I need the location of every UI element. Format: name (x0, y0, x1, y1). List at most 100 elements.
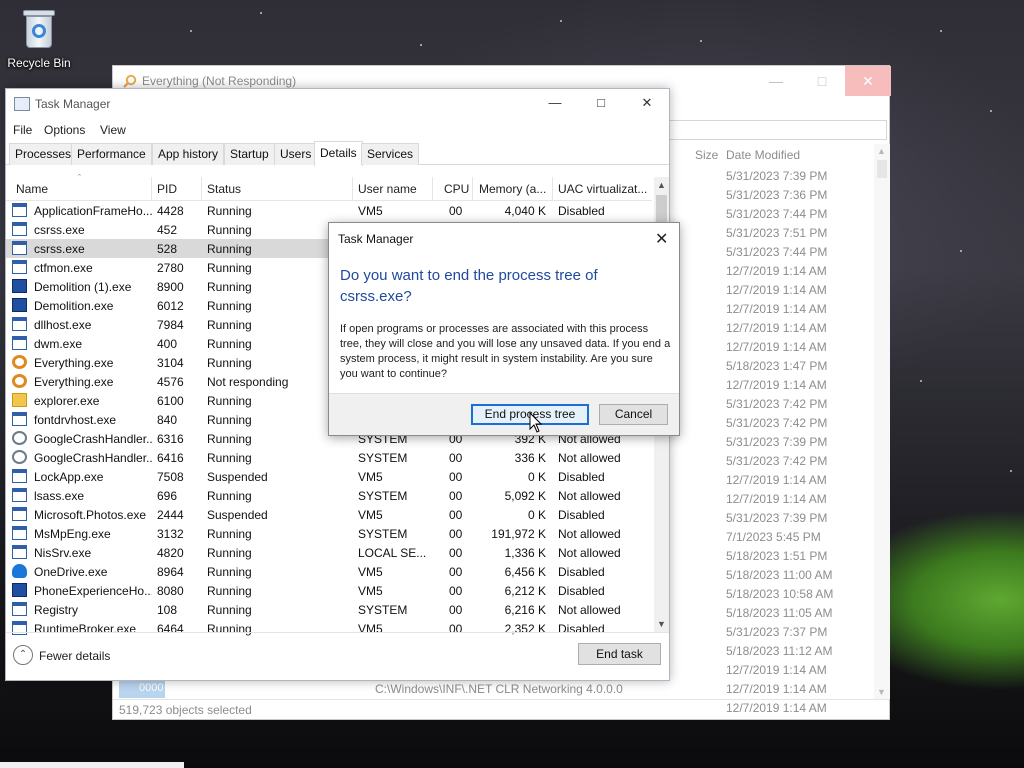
cell-pid: 108 (157, 603, 178, 617)
cell-name: dwm.exe (34, 337, 83, 351)
column-header-name[interactable]: Name (16, 182, 48, 196)
cell-name: Demolition.exe (34, 299, 114, 313)
chevron-up-icon[interactable]: ⌃ (13, 645, 33, 665)
date-modified-cell[interactable]: 12/7/2019 1:14 AM (726, 682, 827, 696)
date-modified-cell[interactable]: 5/18/2023 1:51 PM (726, 549, 827, 563)
search-input[interactable] (669, 120, 887, 140)
cancel-button[interactable]: Cancel (599, 404, 668, 425)
date-modified-cell[interactable]: 5/31/2023 7:39 PM (726, 169, 827, 183)
cell-name: Registry (34, 603, 79, 617)
result-path[interactable]: C:\Windows\INF\.NET CLR Networking 4.0.0… (375, 682, 623, 696)
fewer-details-link[interactable]: Fewer details (39, 649, 110, 663)
date-modified-cell[interactable]: 5/31/2023 7:42 PM (726, 416, 827, 430)
date-modified-cell[interactable]: 5/31/2023 7:44 PM (726, 207, 827, 221)
maximize-button[interactable]: □ (799, 66, 845, 96)
cell-pid: 4428 (157, 204, 184, 218)
date-modified-cell[interactable]: 5/31/2023 7:51 PM (726, 226, 827, 240)
date-modified-cell[interactable]: 12/7/2019 1:14 AM (726, 663, 827, 677)
date-modified-cell[interactable]: 12/7/2019 1:14 AM (726, 492, 827, 506)
process-row[interactable]: lsass.exe 696 Running SYSTEM 00 5,092 K Not al… (6, 486, 652, 505)
tab-startup[interactable]: Startup (224, 143, 275, 165)
process-row[interactable]: GoogleCrashHandler... 6416 Running SYSTEM 00… (6, 448, 652, 467)
tab-app-history[interactable]: App history (152, 143, 225, 165)
close-icon[interactable]: ✕ (655, 229, 668, 249)
scroll-down-icon[interactable]: ▼ (877, 687, 886, 697)
minimize-button[interactable]: — (532, 89, 578, 119)
cell-user: LOCAL SE... (358, 546, 427, 560)
cell-name: Everything.exe (34, 375, 114, 389)
column-header-cpu[interactable]: CPU (444, 182, 469, 196)
column-header-uac[interactable]: UAC virtualizat... (558, 182, 647, 196)
process-row[interactable]: OneDrive.exe 8964 Running VM5 00 6,456 K Disab… (6, 562, 652, 581)
column-header-size[interactable]: Size (695, 148, 718, 162)
process-app-icon (12, 241, 27, 255)
maximize-button[interactable]: □ (578, 89, 624, 119)
minimize-button[interactable]: — (753, 66, 799, 96)
process-row[interactable]: Registry 108 Running SYSTEM 00 6,216 K Not all… (6, 600, 652, 619)
column-header-user[interactable]: User name (358, 182, 417, 196)
date-modified-cell[interactable]: 12/7/2019 1:14 AM (726, 473, 827, 487)
menu-view[interactable]: View (100, 123, 126, 137)
scroll-thumb[interactable] (877, 160, 887, 178)
process-row[interactable]: LockApp.exe 7508 Suspended VM5 00 0 K Disabled (6, 467, 652, 486)
date-modified-cell[interactable]: 5/18/2023 11:00 AM (726, 568, 833, 582)
date-modified-cell[interactable]: 5/18/2023 11:12 AM (726, 644, 833, 658)
date-modified-cell[interactable]: 7/1/2023 5:45 PM (726, 530, 821, 544)
scroll-down-icon[interactable]: ▼ (657, 619, 666, 629)
cell-pid: 4576 (157, 375, 184, 389)
date-modified-cell[interactable]: 5/18/2023 11:05 AM (726, 606, 833, 620)
date-modified-cell[interactable]: 5/31/2023 7:42 PM (726, 397, 827, 411)
magnifier-icon (123, 74, 137, 88)
recycle-bin-shortcut[interactable]: Recycle Bin (6, 6, 72, 70)
date-modified-cell[interactable]: 12/7/2019 1:14 AM (726, 264, 827, 278)
date-modified-cell[interactable]: 5/18/2023 10:58 AM (726, 587, 833, 601)
cell-user: VM5 (358, 204, 383, 218)
cell-status: Running (207, 337, 252, 351)
tab-performance[interactable]: Performance (71, 143, 152, 165)
date-modified-cell[interactable]: 5/31/2023 7:44 PM (726, 245, 827, 259)
date-modified-cell[interactable]: 12/7/2019 1:14 AM (726, 283, 827, 297)
process-app-icon (12, 412, 27, 426)
menu-file[interactable]: File (13, 123, 32, 137)
date-modified-cell[interactable]: 12/7/2019 1:14 AM (726, 340, 827, 354)
process-row[interactable]: PhoneExperienceHo... 8080 Running VM5 00 6,21… (6, 581, 652, 600)
column-header-date-modified[interactable]: Date Modified (726, 148, 800, 162)
date-modified-cell[interactable]: 12/7/2019 1:14 AM (726, 302, 827, 316)
scroll-up-icon[interactable]: ▲ (877, 146, 886, 156)
close-button[interactable]: ✕ (845, 66, 891, 96)
cell-cpu: 00 (449, 508, 463, 522)
tab-services[interactable]: Services (361, 143, 420, 165)
task-manager-titlebar[interactable]: Task Manager — □ ✕ (6, 89, 669, 119)
process-row[interactable]: Microsoft.Photos.exe 2444 Suspended VM5 00 0 … (6, 505, 652, 524)
cell-status: Running (207, 451, 252, 465)
column-header-status[interactable]: Status (207, 182, 241, 196)
end-task-button[interactable]: End task (578, 643, 661, 665)
cell-pid: 3132 (157, 527, 184, 541)
cell-name: NisSrv.exe (34, 546, 92, 560)
process-row[interactable]: ApplicationFrameHo... 4428 Running VM5 00 4,0… (6, 201, 652, 220)
cell-pid: 6100 (157, 394, 184, 408)
tab-users[interactable]: Users (274, 143, 318, 165)
tab-processes[interactable]: Processes (9, 143, 78, 165)
date-modified-cell[interactable]: 5/31/2023 7:36 PM (726, 188, 827, 202)
mouse-cursor-icon (529, 412, 543, 433)
cell-status: Running (207, 413, 252, 427)
cell-status: Running (207, 318, 252, 332)
process-row[interactable]: NisSrv.exe 4820 Running LOCAL SE... 00 1,336 … (6, 543, 652, 562)
column-header-pid[interactable]: PID (157, 182, 177, 196)
scroll-up-icon[interactable]: ▲ (657, 180, 666, 190)
menu-options[interactable]: Options (44, 123, 85, 137)
selected-item[interactable]: 0000 (119, 680, 165, 698)
column-header-memory[interactable]: Memory (a... (479, 182, 546, 196)
process-row[interactable]: MsMpEng.exe 3132 Running SYSTEM 00 191,972 K N… (6, 524, 652, 543)
date-modified-cell[interactable]: 5/31/2023 7:39 PM (726, 511, 827, 525)
date-modified-cell[interactable]: 5/31/2023 7:39 PM (726, 435, 827, 449)
date-modified-cell[interactable]: 5/18/2023 1:47 PM (726, 359, 827, 373)
date-modified-cell[interactable]: 5/31/2023 7:42 PM (726, 454, 827, 468)
tab-details[interactable]: Details (314, 141, 363, 166)
date-modified-cell[interactable]: 5/31/2023 7:37 PM (726, 625, 827, 639)
vertical-scrollbar[interactable]: ▲ ▼ (874, 144, 890, 699)
date-modified-cell[interactable]: 12/7/2019 1:14 AM (726, 321, 827, 335)
close-button[interactable]: ✕ (624, 89, 670, 119)
date-modified-cell[interactable]: 12/7/2019 1:14 AM (726, 378, 827, 392)
